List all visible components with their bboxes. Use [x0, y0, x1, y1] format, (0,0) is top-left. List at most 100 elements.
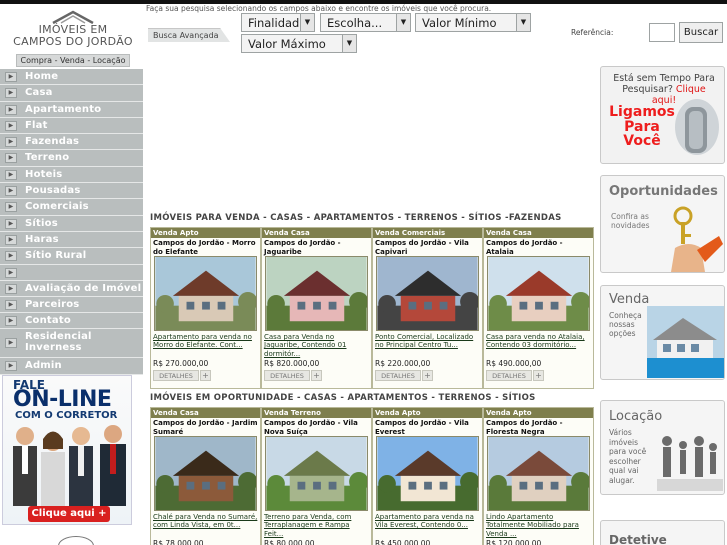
- valor-minimo-select[interactable]: Valor Mínimo ▼: [415, 13, 531, 32]
- sidebar-item-label: Fazendas: [25, 136, 80, 148]
- sidebar-item-label: Haras: [25, 233, 59, 245]
- plus-icon[interactable]: +: [422, 370, 433, 381]
- sidebar-item-label: Parceiros: [25, 298, 80, 310]
- corretor-text: COM O CORRETOR: [15, 410, 118, 421]
- referencia-input[interactable]: [649, 23, 675, 42]
- page: IMÓVEIS EM CAMPOS DO JORDÃO Compra - Ven…: [0, 0, 727, 545]
- sidebar-item-label: Contato: [25, 315, 71, 327]
- property-card[interactable]: Venda Comerciais Campos do Jordão - Vila…: [372, 227, 483, 389]
- sidebar-item-avaliacao[interactable]: ▶ Avaliação de Imóvel: [0, 280, 143, 297]
- property-description-link[interactable]: Ponto Comercial, Localizado no Principal…: [373, 332, 482, 359]
- arrow-icon: ▶: [5, 361, 17, 372]
- logo-line-2: CAMPOS DO JORDÃO: [13, 35, 133, 48]
- sidebar-item-contato[interactable]: ▶ Contato: [0, 313, 143, 330]
- key-hand-icon: [671, 206, 723, 272]
- plus-icon[interactable]: +: [533, 370, 544, 381]
- property-description-link[interactable]: Casa para Venda no Jaguaribe, Contendo 0…: [262, 332, 371, 359]
- escolha-select[interactable]: Escolha... ▼: [320, 13, 411, 32]
- property-type: Venda Terreno: [262, 408, 371, 418]
- property-description-link[interactable]: Casa para venda no Atalaia, Contendo 03 …: [484, 332, 593, 359]
- valor-maximo-select[interactable]: Valor Máximo ▼: [241, 34, 357, 53]
- fale-online-banner[interactable]: FALE ON-LINE COM O CORRETOR Clique aqui …: [2, 375, 132, 525]
- buscar-button[interactable]: Buscar: [679, 22, 723, 43]
- oportunidades-title: Oportunidades: [609, 184, 718, 199]
- sidebar-item-parceiros[interactable]: ▶ Parceiros: [0, 296, 143, 314]
- valor-minimo-value: Valor Mínimo: [422, 16, 497, 30]
- venda-banner[interactable]: Venda Conheça nossas opções: [600, 285, 725, 380]
- detalhes-button[interactable]: DETALHES: [375, 370, 421, 381]
- sidebar-item-apartamento[interactable]: ▶ Apartamento: [0, 101, 143, 118]
- property-description-link[interactable]: Chalé para Venda no Sumaré, com Linda Vi…: [151, 512, 260, 539]
- property-photo[interactable]: [265, 256, 368, 331]
- locacao-banner[interactable]: Locação Vários imóveis para você escolhe…: [600, 400, 725, 495]
- property-card[interactable]: Venda Apto Campos do Jordão - Vila Evere…: [372, 407, 483, 545]
- sidebar-item-label: Hoteis: [25, 168, 63, 180]
- property-price: R$ 820.000,00: [264, 359, 320, 368]
- detalhes-button[interactable]: DETALHES: [153, 370, 199, 381]
- detetive-banner[interactable]: Detetive: [600, 520, 725, 545]
- sidebar-item-terreno[interactable]: ▶ Terreno: [0, 150, 143, 167]
- sidebar-item-flat[interactable]: ▶ Flat: [0, 117, 143, 135]
- sidebar-item-blank[interactable]: ▶: [0, 264, 143, 281]
- property-photo[interactable]: [376, 256, 479, 331]
- site-logo[interactable]: IMÓVEIS EM CAMPOS DO JORDÃO Compra - Ven…: [12, 8, 134, 67]
- property-photo[interactable]: [376, 436, 479, 511]
- ligamos-banner[interactable]: Está sem Tempo Para Pesquisar? Clique aq…: [600, 66, 725, 164]
- property-location: Campos do Jordão - Morro do Elefante: [153, 239, 256, 256]
- busca-avancada-tab[interactable]: Busca Avançada: [148, 28, 230, 42]
- referencia-label: Referência:: [571, 28, 614, 37]
- property-card[interactable]: Venda Apto Campos do Jordão - Morro do E…: [150, 227, 261, 389]
- property-card[interactable]: Venda Apto Campos do Jordão - Floresta N…: [483, 407, 594, 545]
- property-description-link[interactable]: Lindo Apartamento Totalmente Mobiliado p…: [484, 512, 593, 539]
- sidebar-item-pousadas[interactable]: ▶ Pousadas: [0, 183, 143, 200]
- property-photo[interactable]: [487, 256, 590, 331]
- finalidade-select[interactable]: Finalidade ▼: [241, 13, 315, 32]
- property-description-link[interactable]: Apartamento para venda no Morro do Elefa…: [151, 332, 260, 359]
- property-location: Campos do Jordão - Vila Nova Suíça: [264, 419, 358, 436]
- property-photo[interactable]: [154, 256, 257, 331]
- sidebar-item-label: Sítios: [25, 217, 58, 229]
- property-type: Venda Casa: [262, 228, 371, 238]
- sidebar-item-residencial-inverness[interactable]: ▶ Residencial Inverness: [0, 329, 143, 359]
- sidebar-item-comerciais[interactable]: ▶ Comerciais: [0, 199, 143, 216]
- property-description-link[interactable]: Terreno para Venda, com Terraplanagem e …: [262, 512, 371, 539]
- arrow-icon: ▶: [5, 234, 17, 245]
- detalhes-button[interactable]: DETALHES: [486, 370, 532, 381]
- property-actions: DETALHES +: [153, 370, 260, 381]
- property-card[interactable]: Venda Terreno Campos do Jordão - Vila No…: [261, 407, 372, 545]
- property-card[interactable]: Venda Casa Campos do Jordão - Jaguaribe …: [261, 227, 372, 389]
- property-card[interactable]: Venda Casa Campos do Jordão - Jardim Sum…: [150, 407, 261, 545]
- chevron-down-icon: ▼: [300, 14, 314, 31]
- arrow-icon: ▶: [5, 153, 17, 164]
- sidebar-item-haras[interactable]: ▶ Haras: [0, 231, 143, 249]
- plus-icon[interactable]: +: [200, 370, 211, 381]
- people-illustration: [13, 425, 126, 506]
- arrow-icon: ▶: [5, 299, 17, 310]
- property-photo[interactable]: [487, 436, 590, 511]
- property-card[interactable]: Venda Casa Campos do Jordão - Atalaia Ca…: [483, 227, 594, 389]
- oportunidades-banner[interactable]: Oportunidades Confira as novidades: [600, 175, 725, 273]
- arrow-icon: ▶: [5, 202, 17, 213]
- chevron-down-icon: ▼: [342, 35, 356, 52]
- sidebar-item-sitios[interactable]: ▶ Sítios: [0, 215, 143, 232]
- sidebar-item-hoteis[interactable]: ▶ Hoteis: [0, 166, 143, 184]
- property-photo[interactable]: [265, 436, 368, 511]
- clique-aqui-button[interactable]: Clique aqui +: [28, 506, 110, 522]
- locacao-subtitle: Vários imóveis para você escolher qual v…: [609, 428, 647, 485]
- sidebar-item-sitio-rural[interactable]: ▶ Sítio Rural: [0, 248, 143, 265]
- plus-icon[interactable]: +: [311, 370, 322, 381]
- sidebar-item-fazendas[interactable]: ▶ Fazendas: [0, 134, 143, 151]
- property-type: Venda Apto: [373, 408, 482, 418]
- sidebar-item-home[interactable]: ▶ Home: [0, 69, 143, 86]
- venda-subtitle: Conheça nossas opções: [609, 311, 642, 338]
- property-type: Venda Casa: [151, 408, 260, 418]
- sidebar-item-casa[interactable]: ▶ Casa: [0, 85, 143, 102]
- arrow-icon: ▶: [5, 169, 17, 180]
- sidebar-item-admin[interactable]: ▶ Admin: [0, 358, 143, 375]
- property-photo[interactable]: [154, 436, 257, 511]
- property-location: Campos do Jordão - Jardim Sumaré: [153, 419, 258, 436]
- detalhes-button[interactable]: DETALHES: [264, 370, 310, 381]
- finalidade-value: Finalidade: [248, 16, 307, 30]
- arrow-icon: ▶: [5, 120, 17, 131]
- property-description-link[interactable]: Apartamento para venda na Vila Everest, …: [373, 512, 482, 539]
